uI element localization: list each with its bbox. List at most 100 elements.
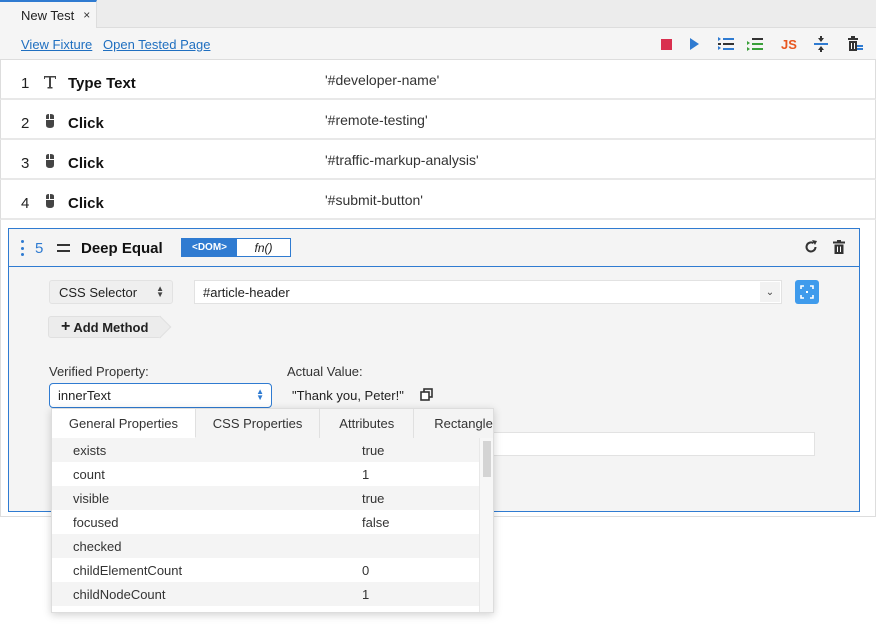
js-button[interactable]: JS: [779, 36, 799, 52]
property-row[interactable]: count 1: [52, 462, 481, 486]
step-row[interactable]: 1 Type Text '#developer-name': [0, 60, 876, 100]
selector-value: #article-header: [203, 285, 290, 300]
step-name: Click: [68, 195, 104, 212]
property-value: 1: [362, 587, 370, 602]
tab-new-test[interactable]: New Test ×: [0, 0, 97, 28]
step-number: 5: [35, 240, 44, 257]
verified-property-label: Verified Property:: [49, 364, 149, 379]
mouse-icon: [46, 114, 54, 128]
mode-dom-button[interactable]: <DOM>: [182, 239, 237, 256]
property-row[interactable]: visible true: [52, 486, 481, 510]
property-row[interactable]: exists true: [52, 438, 481, 462]
test-toolbar: View Fixture Open Tested Page JS: [0, 28, 876, 60]
step-name: Deep Equal: [81, 240, 163, 257]
delete-step-icon[interactable]: [832, 240, 846, 254]
expected-value-input[interactable]: [479, 432, 815, 456]
property-key: exists: [73, 443, 107, 458]
active-step-header[interactable]: 5 Deep Equal <DOM> fn(): [9, 229, 859, 267]
collapse-icon: [814, 36, 828, 52]
js-icon: JS: [781, 36, 797, 52]
steps-list: 1 Type Text '#developer-name' 2 Click '#…: [0, 60, 876, 220]
property-value: true: [362, 443, 385, 458]
property-row[interactable]: checked: [52, 534, 481, 558]
step-name: Click: [68, 115, 104, 132]
select-arrows-icon: ▲ ▼: [256, 387, 264, 402]
actual-value: "Thank you, Peter!": [292, 388, 404, 403]
property-tabs: General Properties CSS Properties Attrib…: [52, 409, 493, 438]
reset-icon[interactable]: [804, 240, 818, 254]
list-run-green-icon: [747, 38, 763, 51]
step-argument: '#submit-button': [325, 192, 423, 208]
property-row[interactable]: childNodeCount 1: [52, 582, 481, 606]
type-text-icon: [44, 76, 56, 89]
play-icon: [690, 38, 699, 50]
step-number: 2: [21, 115, 30, 132]
step-row[interactable]: 4 Click '#submit-button': [0, 180, 876, 220]
property-value: 1: [362, 467, 370, 482]
tab-general-properties[interactable]: General Properties: [52, 409, 196, 438]
list-run-icon: [718, 37, 734, 50]
step-name: Type Text: [68, 75, 136, 92]
property-key: checked: [73, 539, 122, 554]
step-argument: '#remote-testing': [325, 112, 428, 128]
target-picker-icon: [800, 285, 814, 299]
mode-fn-button[interactable]: fn(): [237, 239, 290, 256]
property-row[interactable]: [52, 606, 481, 612]
element-picker-button[interactable]: [795, 280, 819, 304]
property-row[interactable]: focused false: [52, 510, 481, 534]
run-from-step-button[interactable]: [747, 36, 763, 52]
step-number: 4: [21, 195, 30, 212]
property-list-scrollbar[interactable]: [479, 438, 493, 612]
actual-value-label: Actual Value:: [287, 364, 363, 379]
delete-all-button[interactable]: [847, 36, 863, 52]
stop-button[interactable]: [658, 36, 674, 52]
step-name: Click: [68, 155, 104, 172]
stop-icon: [660, 38, 672, 50]
select-arrows-icon: ▲ ▼: [156, 284, 164, 299]
collapse-all-button[interactable]: [813, 36, 829, 52]
add-method-button[interactable]: + Add Method: [48, 316, 162, 338]
step-row[interactable]: 2 Click '#remote-testing': [0, 100, 876, 140]
tab-title: New Test: [21, 7, 75, 23]
property-value: true: [362, 491, 385, 506]
scrollbar-thumb[interactable]: [483, 441, 491, 477]
property-key: childNodeCount: [73, 587, 166, 602]
selector-type-select[interactable]: CSS Selector ▲ ▼: [49, 280, 173, 304]
tab-bar: New Test ×: [0, 0, 876, 28]
tab-rectangle[interactable]: Rectangle: [414, 409, 493, 438]
view-fixture-link[interactable]: View Fixture: [21, 37, 92, 52]
step-row[interactable]: 3 Click '#traffic-markup-analysis': [0, 140, 876, 180]
mouse-icon: [46, 154, 54, 168]
copy-icon[interactable]: [420, 388, 433, 401]
tab-css-properties[interactable]: CSS Properties: [195, 409, 321, 438]
property-value: 0: [362, 563, 370, 578]
selector-input[interactable]: #article-header ⌄: [194, 280, 782, 304]
selector-type-value: CSS Selector: [59, 285, 138, 300]
property-key: childElementCount: [73, 563, 183, 578]
trash-all-icon: [848, 36, 863, 51]
step-argument: '#traffic-markup-analysis': [325, 152, 479, 168]
mouse-icon: [46, 194, 54, 208]
property-value: false: [362, 515, 390, 530]
mode-toggle: <DOM> fn(): [181, 238, 291, 257]
step-number: 3: [21, 155, 30, 172]
run-button[interactable]: [686, 36, 702, 52]
open-tested-page-link[interactable]: Open Tested Page: [103, 37, 210, 52]
property-dropdown: General Properties CSS Properties Attrib…: [51, 408, 494, 613]
property-list: exists true count 1 visible true focused fal…: [52, 438, 481, 612]
tab-attributes[interactable]: Attributes: [320, 409, 415, 438]
chevron-down-icon[interactable]: ⌄: [760, 282, 780, 302]
property-key: focused: [73, 515, 119, 530]
property-key: visible: [73, 491, 110, 506]
step-number: 1: [21, 75, 30, 92]
property-row[interactable]: childElementCount 0: [52, 558, 481, 582]
plus-icon: +: [61, 318, 71, 335]
verified-property-select[interactable]: innerText ▲ ▼: [49, 383, 272, 408]
add-method-label: Add Method: [73, 319, 149, 335]
run-selected-button[interactable]: [718, 36, 734, 52]
drag-handle-icon[interactable]: [21, 240, 24, 256]
property-key: count: [73, 467, 105, 482]
verified-property-value: innerText: [58, 388, 111, 403]
step-argument: '#developer-name': [325, 72, 440, 88]
close-tab-icon[interactable]: ×: [83, 8, 90, 22]
